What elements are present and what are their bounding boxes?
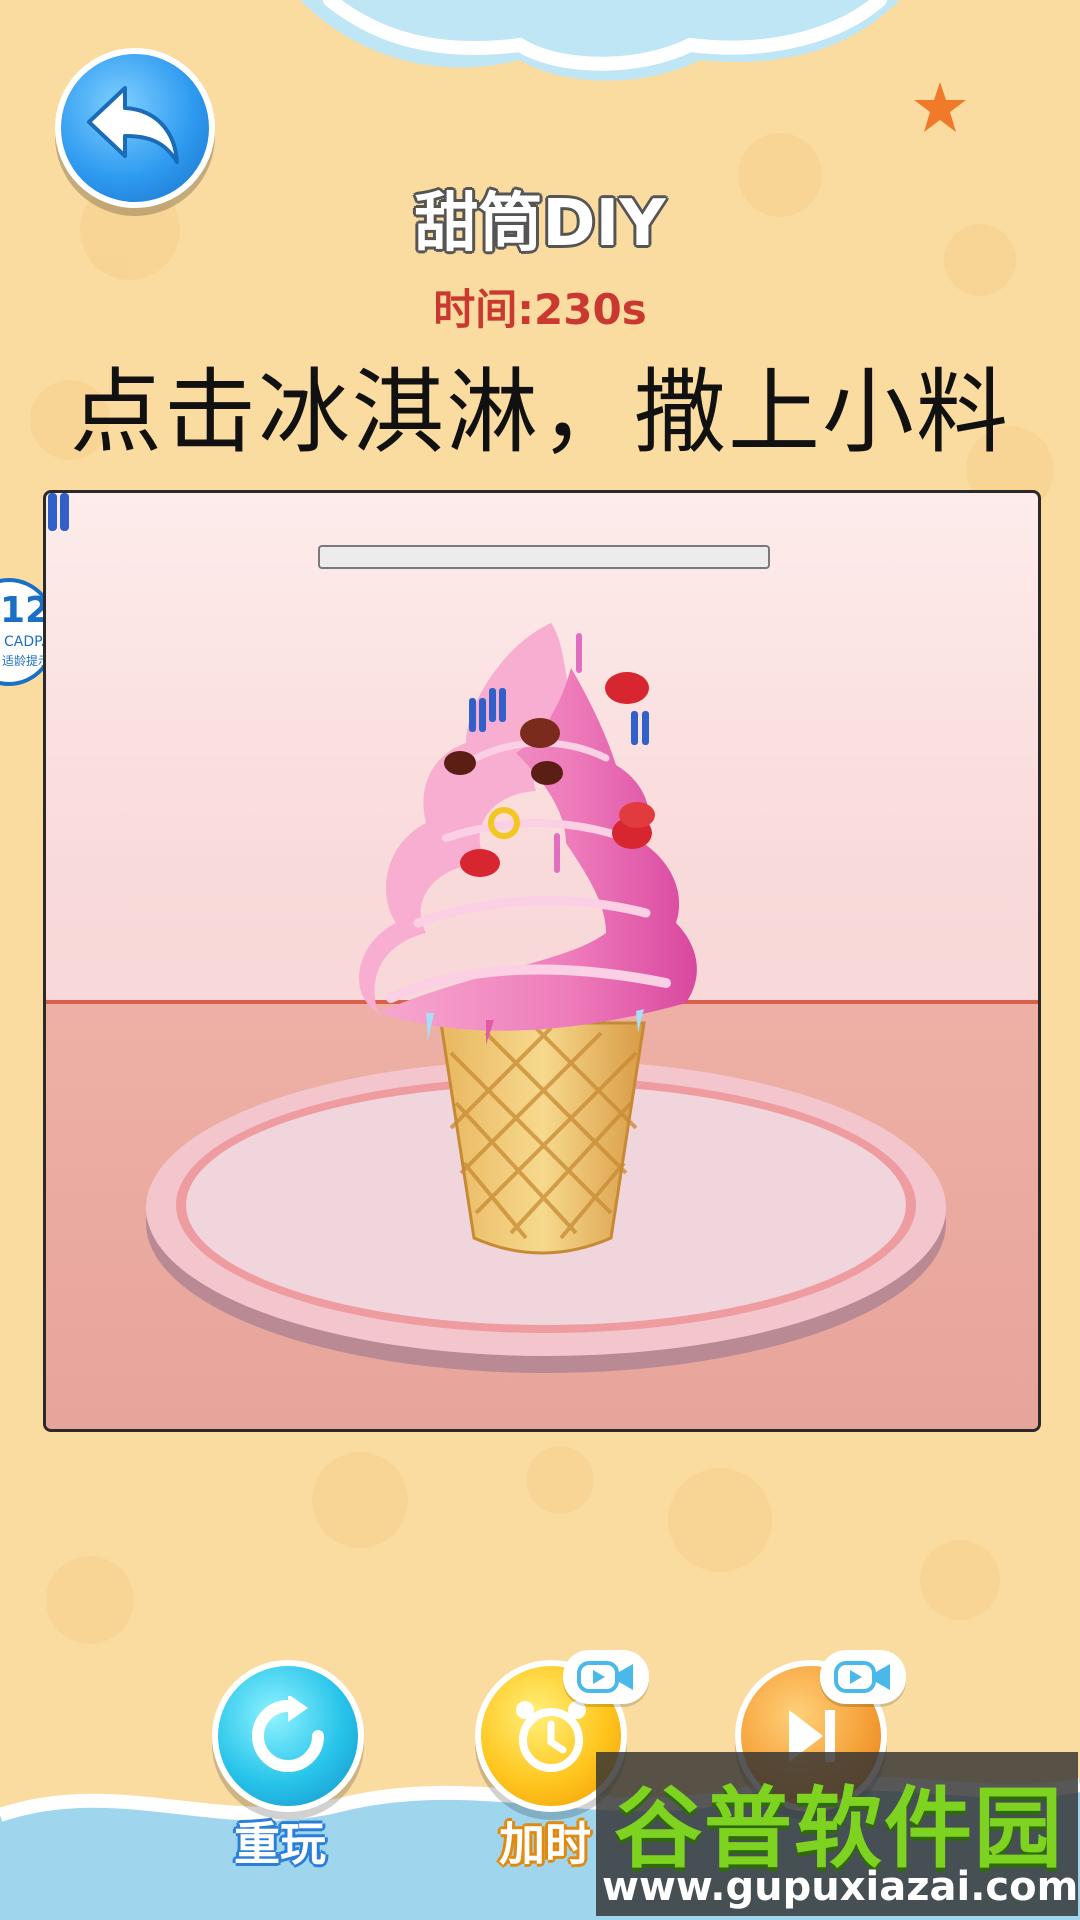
sprinkle-marker-icon (48, 493, 69, 531)
site-watermark: 谷普软件园 www.gupuxiazai.com (596, 1752, 1078, 1916)
countdown-timer: 时间:230s (433, 285, 647, 334)
ice-cream-stage[interactable] (43, 490, 1041, 1432)
stage-scene (46, 623, 1038, 1429)
progress-bar (318, 545, 770, 569)
video-camera-icon (577, 1661, 633, 1693)
video-camera-icon (834, 1661, 890, 1693)
replay-icon (252, 1696, 324, 1772)
watermark-url: www.gupuxiazai.com (602, 1864, 1079, 1910)
replay-button[interactable] (212, 1660, 364, 1812)
back-arrow-icon (87, 86, 179, 164)
video-ad-badge (563, 1650, 649, 1704)
video-ad-badge-skip (820, 1650, 906, 1704)
alarm-clock-icon (516, 1701, 586, 1772)
replay-label: 重玩 (234, 1817, 326, 1871)
starfish-icon (914, 82, 966, 132)
game-title: 甜筒DIY (414, 187, 666, 261)
waffle-cone (439, 1021, 646, 1255)
instruction-text: 点击冰淇淋，撒上小料 (69, 359, 1010, 466)
